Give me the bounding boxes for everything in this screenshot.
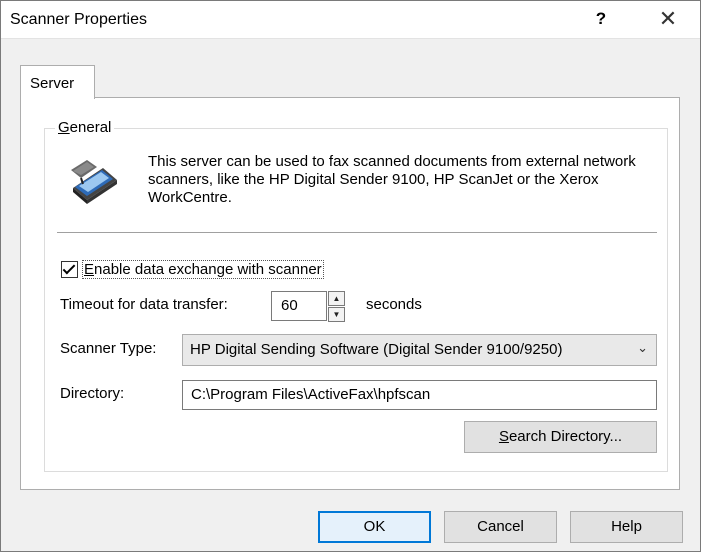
cancel-button[interactable]: Cancel: [444, 511, 557, 543]
search-directory-button[interactable]: Search Directory...: [464, 421, 657, 453]
scanner-properties-dialog: Scanner Properties ? ✕ Server General Th…: [0, 0, 701, 552]
timeout-unit: seconds: [366, 296, 422, 313]
tab-server-label: Server: [30, 75, 75, 92]
scanner-type-label: Scanner Type:: [60, 340, 157, 357]
help-button[interactable]: Help: [570, 511, 683, 543]
timeout-spinner[interactable]: ▲ ▼: [328, 291, 345, 322]
help-icon[interactable]: ?: [589, 7, 613, 31]
title-bar: Scanner Properties ? ✕: [1, 1, 700, 39]
enable-scanner-checkbox[interactable]: [61, 261, 78, 278]
chevron-down-icon: ⌄: [637, 340, 648, 355]
scanner-icon: [71, 160, 117, 204]
directory-input[interactable]: C:\Program Files\ActiveFax\hpfscan: [182, 380, 657, 410]
close-icon[interactable]: ✕: [653, 6, 683, 32]
server-description: This server can be used to fax scanned d…: [148, 153, 636, 206]
spinner-up-icon[interactable]: ▲: [328, 291, 345, 306]
timeout-value: 60: [281, 297, 298, 314]
scanner-type-value: HP Digital Sending Software (Digital Sen…: [190, 341, 563, 358]
window-title: Scanner Properties: [10, 11, 147, 28]
server-tab-panel: General This server can be used to fax s…: [20, 97, 680, 490]
group-separator: [57, 232, 657, 233]
timeout-label: Timeout for data transfer:: [60, 296, 228, 313]
directory-label: Directory:: [60, 385, 125, 402]
timeout-input[interactable]: 60: [271, 291, 327, 321]
enable-scanner-label[interactable]: Enable data exchange with scanner: [82, 260, 324, 279]
tab-server[interactable]: Server: [20, 65, 95, 99]
directory-value: C:\Program Files\ActiveFax\hpfscan: [191, 386, 431, 403]
spinner-down-icon[interactable]: ▼: [328, 307, 345, 322]
ok-button[interactable]: OK: [318, 511, 431, 543]
general-group-label: General: [55, 119, 115, 136]
scanner-type-select[interactable]: HP Digital Sending Software (Digital Sen…: [182, 334, 657, 366]
